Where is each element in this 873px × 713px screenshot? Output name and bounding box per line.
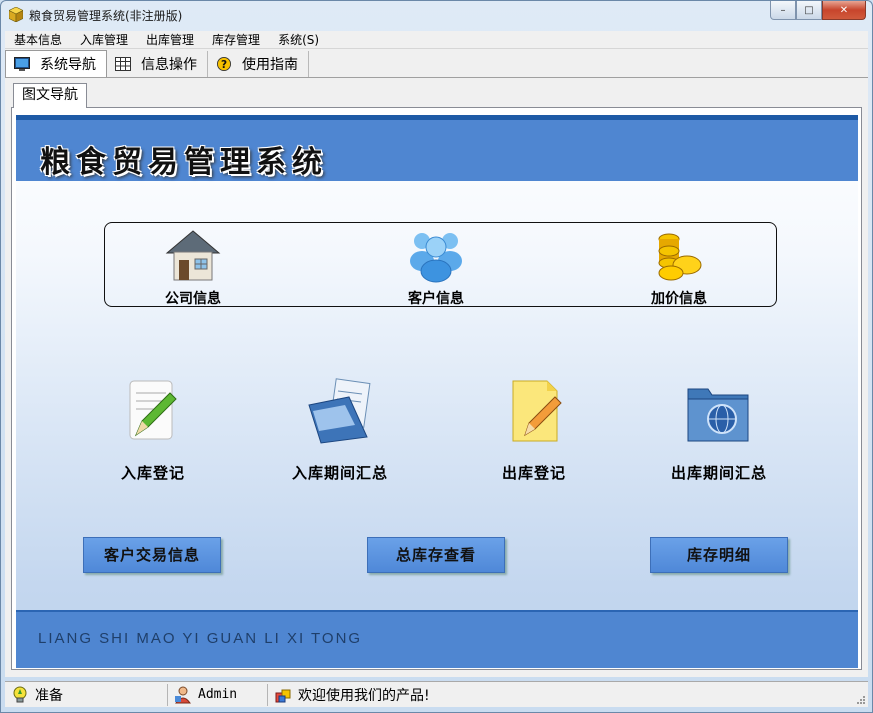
markup-info-label: 加价信息	[651, 291, 707, 307]
tab-info-ops[interactable]: 信息操作	[107, 51, 208, 77]
minimize-button[interactable]: –	[770, 1, 796, 20]
menu-bar: 基本信息 入库管理 出库管理 库存管理 系统(S)	[5, 31, 868, 49]
status-ready: 准备	[5, 683, 168, 706]
note-pencil-icon	[512, 380, 562, 442]
tab-user-guide[interactable]: ? 使用指南	[208, 51, 309, 77]
window-title: 粮食贸易管理系统(非注册版)	[29, 9, 183, 23]
company-info-item[interactable]: 公司信息	[143, 227, 243, 308]
caption-buttons: – □ ✕	[770, 1, 866, 20]
tab-system-nav-label: 系统导航	[40, 57, 96, 73]
menu-basic-info[interactable]: 基本信息	[5, 31, 71, 49]
bulb-icon	[13, 686, 27, 702]
notepad-pencil-icon	[129, 380, 177, 440]
inbound-register-label: 入库登记	[120, 464, 185, 482]
inbound-summary-item[interactable]: 入库期间汇总	[265, 377, 415, 483]
tab-system-nav[interactable]: 系统导航	[5, 50, 107, 77]
help-icon: ?	[217, 57, 231, 71]
inbound-summary-label: 入库期间汇总	[291, 464, 388, 482]
toolbar: 系统导航 信息操作 ? 使用指南	[5, 49, 868, 77]
page-title: 粮食贸易管理系统	[40, 145, 328, 180]
tab-graphic-nav[interactable]: 图文导航	[13, 83, 87, 108]
outbound-summary-label: 出库期间汇总	[670, 464, 767, 482]
customer-info-item[interactable]: 客户信息	[386, 227, 486, 308]
outbound-register-label: 出库登记	[501, 464, 566, 482]
markup-info-item[interactable]: 加价信息	[629, 227, 729, 308]
content-frame: 图文导航 粮食贸易管理系统 公司信息 客户信息 加价信息 入库登记 入库期间汇总…	[5, 77, 868, 677]
customer-info-label: 客户信息	[408, 291, 464, 307]
document-folder-icon	[308, 378, 371, 444]
gift-icon	[275, 689, 291, 702]
monitor-icon	[14, 57, 30, 71]
grid-icon	[115, 57, 131, 71]
menu-outbound[interactable]: 出库管理	[137, 31, 203, 49]
status-ready-text: 准备	[35, 687, 63, 704]
svg-text:?: ?	[221, 59, 227, 71]
status-bar: 准备 Admin 欢迎使用我们的产品!	[5, 681, 868, 707]
app-cube-icon	[9, 7, 23, 22]
status-user: Admin	[168, 683, 268, 706]
info-group-box: 公司信息 客户信息 加价信息	[104, 222, 777, 307]
tab-info-ops-label: 信息操作	[141, 57, 197, 73]
maximize-button[interactable]: □	[796, 1, 822, 20]
title-bar[interactable]: 粮食贸易管理系统(非注册版) – □ ✕	[1, 1, 872, 29]
close-button[interactable]: ✕	[822, 1, 866, 20]
company-info-label: 公司信息	[165, 291, 221, 307]
outbound-register-item[interactable]: 出库登记	[459, 377, 609, 483]
tab-user-guide-label: 使用指南	[242, 57, 298, 73]
inbound-register-item[interactable]: 入库登记	[78, 377, 228, 483]
status-user-text: Admin	[198, 687, 238, 702]
coins-icon	[658, 233, 702, 281]
header-band: 粮食贸易管理系统	[16, 115, 858, 181]
customer-transactions-button[interactable]: 客户交易信息	[83, 537, 221, 573]
total-inventory-button[interactable]: 总库存查看	[367, 537, 505, 573]
inventory-details-button[interactable]: 库存明细	[650, 537, 788, 573]
nav-panel: 粮食贸易管理系统 公司信息 客户信息 加价信息 入库登记 入库期间汇总 出库登记…	[16, 115, 858, 668]
resize-grip-icon[interactable]	[856, 695, 866, 705]
house-icon	[165, 230, 221, 281]
menu-inbound[interactable]: 入库管理	[71, 31, 137, 49]
footer-band: LIANG SHI MAO YI GUAN LI XI TONG	[16, 610, 858, 668]
menu-inventory[interactable]: 库存管理	[203, 31, 269, 49]
outbound-summary-item[interactable]: 出库期间汇总	[644, 377, 794, 483]
globe-folder-icon	[687, 388, 749, 442]
user-icon	[175, 686, 191, 703]
menu-system[interactable]: 系统(S)	[269, 31, 328, 49]
status-welcome: 欢迎使用我们的产品!	[268, 684, 430, 706]
status-welcome-text: 欢迎使用我们的产品!	[298, 687, 430, 704]
users-icon	[410, 233, 462, 283]
app-window: 粮食贸易管理系统(非注册版) – □ ✕ 基本信息 入库管理 出库管理 库存管理…	[0, 0, 873, 713]
footer-text: LIANG SHI MAO YI GUAN LI XI TONG	[38, 630, 363, 647]
